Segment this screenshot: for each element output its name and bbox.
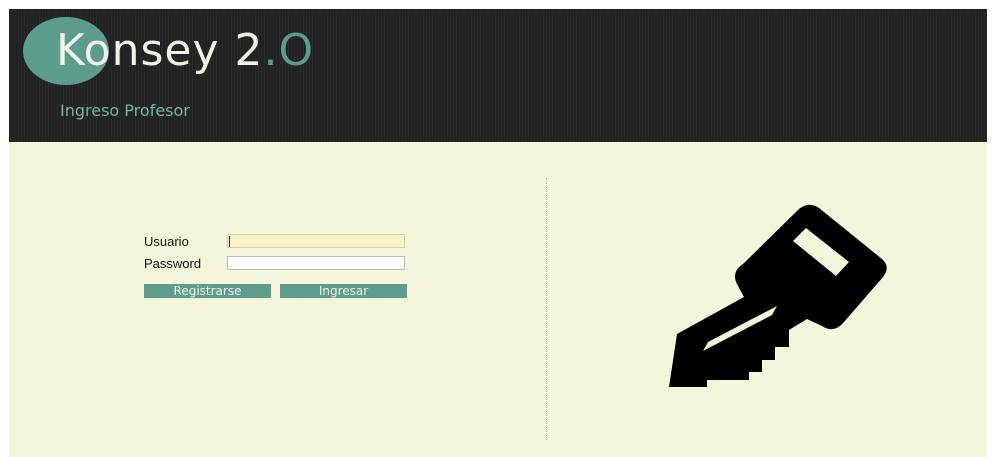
logo-text-o: O [278, 25, 315, 76]
password-label: Password [144, 256, 202, 271]
section-divider [546, 178, 547, 440]
key-icon [669, 204, 889, 389]
app-logo: Konsey 2.O [56, 21, 314, 81]
logo-text-main: Konsey 2 [56, 25, 264, 76]
text-caret [229, 236, 230, 247]
key-icon-graphic [669, 204, 887, 387]
username-field[interactable] [227, 234, 405, 248]
page-subtitle: Ingreso Profesor [60, 101, 190, 120]
password-field[interactable] [227, 256, 405, 270]
username-label: Usuario [144, 234, 189, 249]
login-button[interactable]: Ingresar [280, 284, 407, 298]
register-button[interactable]: Registrarse [144, 284, 271, 298]
logo-text-dot: . [263, 25, 279, 76]
page-frame: Konsey 2.O Ingreso Profesor Usuario Pass… [9, 9, 987, 457]
app-header: Konsey 2.O Ingreso Profesor [9, 9, 987, 142]
